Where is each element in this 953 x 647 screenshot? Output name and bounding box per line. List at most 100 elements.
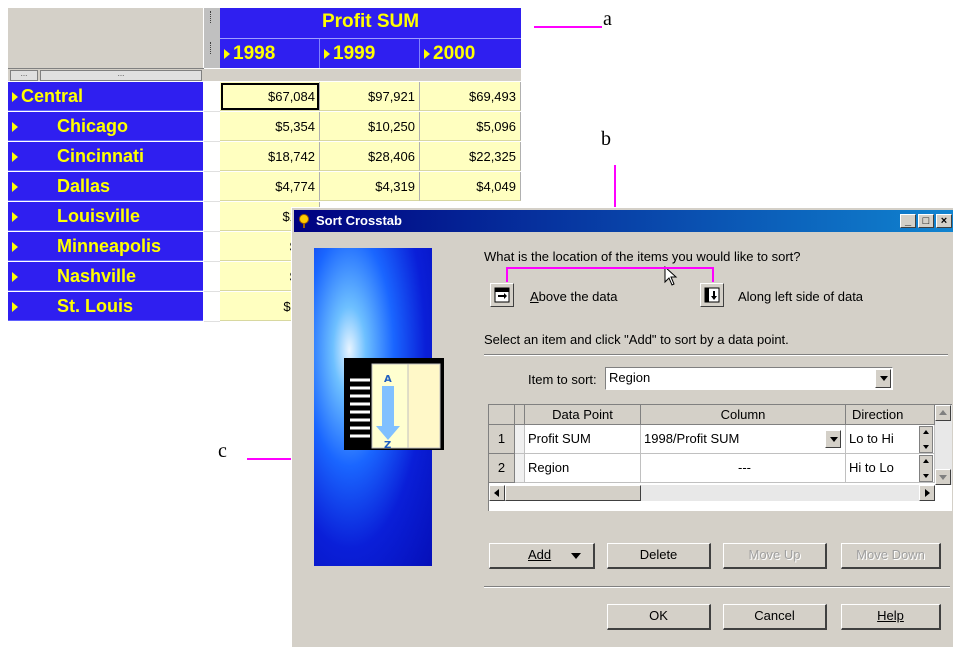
data-cell[interactable]: $67,084 — [220, 82, 320, 111]
row-header-st-louis[interactable]: St. Louis — [8, 292, 203, 321]
above-data-option[interactable] — [490, 283, 514, 307]
expand-arrow-icon — [12, 302, 18, 313]
help-button[interactable]: Help — [841, 604, 941, 630]
row-header-minneapolis[interactable]: Minneapolis — [8, 232, 203, 261]
row-gap — [204, 142, 220, 172]
data-cell[interactable]: $69,493 — [420, 82, 521, 111]
data-cell[interactable]: $18,742 — [220, 142, 320, 171]
row-gap — [204, 232, 220, 262]
ok-button[interactable]: OK — [607, 604, 711, 630]
left-side-option[interactable] — [700, 283, 724, 307]
move-down-button[interactable]: Move Down — [841, 543, 941, 569]
direction-spinner[interactable] — [919, 455, 933, 482]
direction-spinner[interactable] — [919, 426, 933, 453]
scroll-left-icon[interactable] — [489, 485, 505, 501]
svg-text:A: A — [384, 374, 392, 385]
callout-bracket-b-left — [506, 267, 508, 282]
row-label: Central — [21, 86, 84, 106]
callout-label-a: a — [603, 8, 612, 30]
data-cell[interactable]: $22,325 — [420, 142, 521, 171]
row-header-nashville[interactable]: Nashville — [8, 262, 203, 291]
grid-corner — [489, 405, 515, 425]
row-label: Cincinnati — [57, 146, 145, 166]
grid-cell-data-point[interactable]: Region — [525, 454, 641, 483]
close-icon[interactable]: × — [936, 214, 952, 228]
column-dropdown-arrow-icon[interactable] — [825, 430, 841, 448]
column-header-2000[interactable]: 2000 — [420, 39, 521, 68]
grid-cell-direction-value: Hi to Lo — [849, 460, 894, 475]
column-header-1999[interactable]: 1999 — [320, 39, 420, 68]
data-cell[interactable]: $5,096 — [420, 112, 521, 141]
callout-bracket-b — [506, 267, 714, 269]
grid-handle-header — [515, 405, 525, 425]
move-up-button[interactable]: Move Up — [723, 543, 827, 569]
row-gap — [204, 292, 220, 322]
cancel-button[interactable]: Cancel — [723, 604, 827, 630]
expand-arrow-icon — [424, 48, 430, 59]
row-header-cincinnati[interactable]: Cincinnati — [8, 142, 203, 171]
grid-cell-column[interactable]: 1998/Profit SUM — [641, 425, 846, 454]
grid-header-column[interactable]: Column — [641, 405, 846, 425]
separator — [484, 586, 950, 588]
above-data-label[interactable]: Above the data — [530, 289, 617, 304]
grid-row-number[interactable]: 2 — [489, 454, 515, 483]
grid-header-direction[interactable]: Direction — [846, 405, 935, 425]
column-header-1998[interactable]: 1998 — [220, 39, 320, 68]
expand-arrow-icon — [12, 182, 18, 193]
grid-row-handle[interactable] — [515, 454, 525, 483]
row-header-chicago[interactable]: Chicago — [8, 112, 203, 141]
grid-row-handle[interactable] — [515, 425, 525, 454]
row-label: Chicago — [57, 116, 129, 136]
item-to-sort-label: Item to sort: — [528, 372, 597, 387]
callout-label-c: c — [218, 440, 227, 462]
row-header-dallas[interactable]: Dallas — [8, 172, 203, 201]
help-button-label: Help — [877, 608, 904, 623]
row-header-louisville[interactable]: Louisville — [8, 202, 203, 231]
item-to-sort-dropdown[interactable]: Region — [605, 367, 893, 390]
column-drag-handle[interactable] — [203, 8, 221, 68]
scroll-up-icon[interactable] — [935, 405, 951, 421]
svg-text:Z: Z — [384, 440, 391, 450]
data-cell[interactable]: $4,319 — [320, 172, 420, 201]
add-button[interactable]: Add — [489, 543, 595, 569]
expand-arrow-icon — [12, 242, 18, 253]
row-gap — [204, 172, 220, 202]
row-label: St. Louis — [57, 296, 133, 316]
grid-cell-data-point[interactable]: Profit SUM — [525, 425, 641, 454]
ellipsis-handle[interactable]: ... — [40, 70, 202, 81]
row-header-resize-strip[interactable]: ... ... — [8, 69, 521, 81]
add-dropdown-arrow-icon[interactable] — [571, 553, 581, 559]
row-gap — [204, 82, 220, 112]
measure-header[interactable]: Profit SUM — [220, 8, 521, 39]
data-cell[interactable]: $10,250 — [320, 112, 420, 141]
grid-horizontal-scrollbar[interactable] — [489, 485, 935, 501]
data-cell[interactable]: $5,354 — [220, 112, 320, 141]
grid-cell-column[interactable]: --- — [641, 454, 846, 483]
row-header-central[interactable]: Central — [8, 82, 203, 111]
shortcut-key: A — [530, 289, 539, 304]
dialog-titlebar[interactable]: Sort Crosstab _ □ × — [294, 210, 953, 232]
above-data-icon — [494, 287, 510, 303]
delete-button[interactable]: Delete — [607, 543, 711, 569]
grid-vertical-scrollbar[interactable] — [935, 405, 952, 485]
crosstab-corner — [8, 8, 204, 69]
data-cell[interactable]: $4,774 — [220, 172, 320, 201]
callout-line-a — [534, 26, 602, 28]
callout-label-b: b — [601, 128, 611, 150]
location-question: What is the location of the items you wo… — [484, 249, 801, 264]
maximize-icon[interactable]: □ — [918, 214, 934, 228]
minimize-icon[interactable]: _ — [900, 214, 916, 228]
scroll-down-icon[interactable] — [935, 469, 951, 485]
grid-row-number[interactable]: 1 — [489, 425, 515, 454]
data-cell[interactable]: $97,921 — [320, 82, 420, 111]
grid-header-data-point[interactable]: Data Point — [525, 405, 641, 425]
ellipsis-handle[interactable]: ... — [10, 70, 38, 81]
scroll-thumb[interactable] — [505, 485, 641, 501]
scroll-right-icon[interactable] — [919, 485, 935, 501]
sort-crosstab-dialog: Sort Crosstab _ □ × A Z What is the loca… — [291, 207, 953, 647]
row-label: Nashville — [57, 266, 137, 286]
data-cell[interactable]: $28,406 — [320, 142, 420, 171]
data-cell[interactable]: $4,049 — [420, 172, 521, 201]
left-side-label[interactable]: Along left side of data — [738, 289, 863, 304]
dropdown-arrow-icon[interactable] — [875, 369, 891, 388]
